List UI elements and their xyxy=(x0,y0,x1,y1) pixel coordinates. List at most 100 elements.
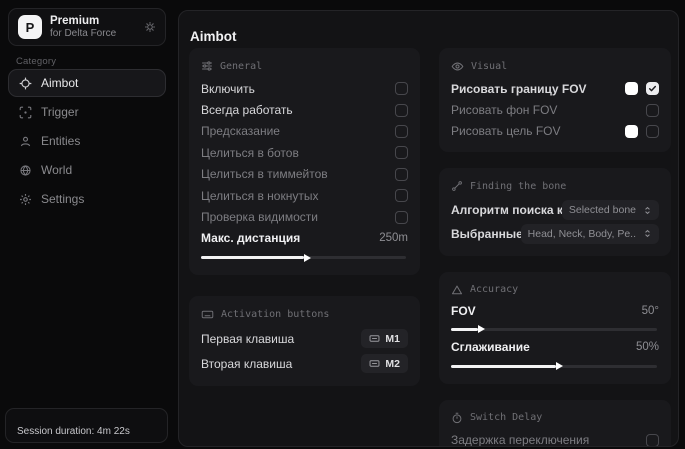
switch-delay-enable-row: Задержка переключения xyxy=(451,430,659,447)
fov-background-label: Рисовать фон FOV xyxy=(451,103,646,117)
fov-target-row: Рисовать цель FOV xyxy=(451,121,659,142)
section-visual: Visual Рисовать границу FOV Рисовать фон… xyxy=(439,48,671,152)
fov-row: FOV 50° xyxy=(451,302,659,321)
sidebar-item-label: Settings xyxy=(41,192,84,206)
enable-checkbox[interactable] xyxy=(395,82,408,95)
sidebar-item-label: World xyxy=(41,163,72,177)
fov-target-label: Рисовать цель FOV xyxy=(451,124,625,138)
sidebar-item-label: Trigger xyxy=(41,105,79,119)
section-title: Activation buttons xyxy=(221,309,329,320)
sidebar-item-entities[interactable]: Entities xyxy=(8,127,166,155)
app-window: P Premium for Delta Force Category Aimbo… xyxy=(0,0,685,449)
section-general-header: General xyxy=(201,57,408,75)
page-title: Aimbot xyxy=(190,29,237,44)
option-row-always-work: Всегда работать xyxy=(201,99,408,120)
selected-value: Selected bone xyxy=(569,204,636,216)
slider-thumb[interactable] xyxy=(556,362,563,370)
eye-icon xyxy=(451,60,464,73)
fov-background-row: Рисовать фон FOV xyxy=(451,99,659,120)
entities-icon xyxy=(19,135,32,148)
trigger-icon xyxy=(19,106,32,119)
visibility-check-checkbox[interactable] xyxy=(395,211,408,224)
section-general: General Включить Всегда работать Предска… xyxy=(189,48,420,275)
fov-border-checkbox[interactable] xyxy=(646,82,659,95)
option-label: Целиться в ботов xyxy=(201,146,395,160)
chevron-up-down-icon xyxy=(643,229,652,238)
second-key-button[interactable]: M2 xyxy=(361,354,408,373)
max-distance-label: Макс. дистанция xyxy=(201,231,379,245)
section-title: General xyxy=(220,61,262,72)
aim-bots-checkbox[interactable] xyxy=(395,146,408,159)
session-duration: Session duration: 4m 22s xyxy=(5,408,168,443)
sidebar-item-trigger[interactable]: Trigger xyxy=(8,98,166,126)
fov-target-checkbox[interactable] xyxy=(646,125,659,138)
section-visual-header: Visual xyxy=(451,57,659,75)
bone-algorithm-label: Алгоритм поиска костей xyxy=(451,203,562,217)
max-distance-row: Макс. дистанция 250m xyxy=(201,228,408,249)
option-label: Целиться в нокнутых xyxy=(201,189,395,203)
brand-name: Premium xyxy=(50,15,116,28)
option-row-prediction: Предсказание xyxy=(201,121,408,142)
fov-background-checkbox[interactable] xyxy=(646,104,659,117)
section-accuracy: Accuracy FOV 50° Сглаживание 50% xyxy=(439,272,671,384)
check-icon xyxy=(648,84,657,93)
chevron-up-down-icon xyxy=(643,206,652,215)
section-switch-delay: Switch Delay Задержка переключения Задер… xyxy=(439,400,671,447)
option-label: Предсказание xyxy=(201,124,395,138)
section-activation-buttons: Activation buttons Первая клавиша M1 Вто… xyxy=(189,296,420,386)
option-row-aim-teammates: Целиться в тиммейтов xyxy=(201,164,408,185)
sidebar-item-settings[interactable]: Settings xyxy=(8,185,166,213)
smoothing-slider[interactable] xyxy=(451,365,657,368)
always-work-checkbox[interactable] xyxy=(395,104,408,117)
smoothing-value: 50% xyxy=(636,341,659,353)
aim-knocked-checkbox[interactable] xyxy=(395,189,408,202)
sidebar-item-label: Aimbot xyxy=(41,76,78,90)
bone-algorithm-select[interactable]: Selected bone xyxy=(562,200,659,220)
first-key-button[interactable]: M1 xyxy=(361,329,408,348)
sidebar-item-label: Entities xyxy=(41,134,80,148)
sidebar-item-aimbot[interactable]: Aimbot xyxy=(8,69,166,97)
section-bone-header: Finding the bone xyxy=(451,177,659,195)
option-row-enable: Включить xyxy=(201,78,408,99)
prediction-checkbox[interactable] xyxy=(395,125,408,138)
max-distance-value: 250m xyxy=(379,232,408,244)
brand-text: Premium for Delta Force xyxy=(50,15,116,40)
switch-delay-enable-label: Задержка переключения xyxy=(451,433,646,447)
selected-value: Head, Neck, Body, Pe.. xyxy=(528,228,636,240)
section-title: Switch Delay xyxy=(470,412,542,423)
column-right: Visual Рисовать границу FOV Рисовать фон… xyxy=(439,48,671,447)
aim-teammates-checkbox[interactable] xyxy=(395,168,408,181)
fov-border-row: Рисовать границу FOV xyxy=(451,78,659,99)
key-binding: M2 xyxy=(385,358,400,370)
brand-logo: P xyxy=(18,15,42,39)
sidebar-item-world[interactable]: World xyxy=(8,156,166,184)
section-title: Finding the bone xyxy=(470,181,566,192)
section-switch-delay-header: Switch Delay xyxy=(451,409,659,427)
slider-thumb[interactable] xyxy=(304,254,311,262)
column-left: General Включить Всегда работать Предска… xyxy=(189,48,420,386)
fov-value: 50° xyxy=(642,305,659,317)
brand-subtitle: for Delta Force xyxy=(50,28,116,40)
world-icon xyxy=(19,164,32,177)
max-distance-slider[interactable] xyxy=(201,256,406,259)
category-label: Category xyxy=(16,56,56,67)
bone-algorithm-row: Алгоритм поиска костей Selected bone xyxy=(451,198,659,222)
bone-selected-select[interactable]: Head, Neck, Body, Pe.. xyxy=(521,224,659,244)
section-title: Accuracy xyxy=(470,284,518,295)
sidebar-nav: Aimbot Trigger Entities xyxy=(8,69,166,213)
keyboard-icon xyxy=(201,308,214,321)
gear-icon[interactable] xyxy=(144,21,156,33)
keyboard-icon xyxy=(369,358,380,369)
second-key-label: Вторая клавиша xyxy=(201,357,361,371)
switch-delay-checkbox[interactable] xyxy=(646,434,659,447)
fov-slider[interactable] xyxy=(451,328,657,331)
session-duration-text: Session duration: 4m 22s xyxy=(17,426,130,437)
bone-selected-row: Выбранные кости Head, Neck, Body, Pe.. xyxy=(451,222,659,246)
option-row-aim-bots: Целиться в ботов xyxy=(201,142,408,163)
crosshair-icon xyxy=(19,77,32,90)
option-label: Включить xyxy=(201,82,395,96)
section-title: Visual xyxy=(471,61,507,72)
fov-border-color-swatch[interactable] xyxy=(625,82,638,95)
fov-target-color-swatch[interactable] xyxy=(625,125,638,138)
slider-thumb[interactable] xyxy=(478,325,485,333)
